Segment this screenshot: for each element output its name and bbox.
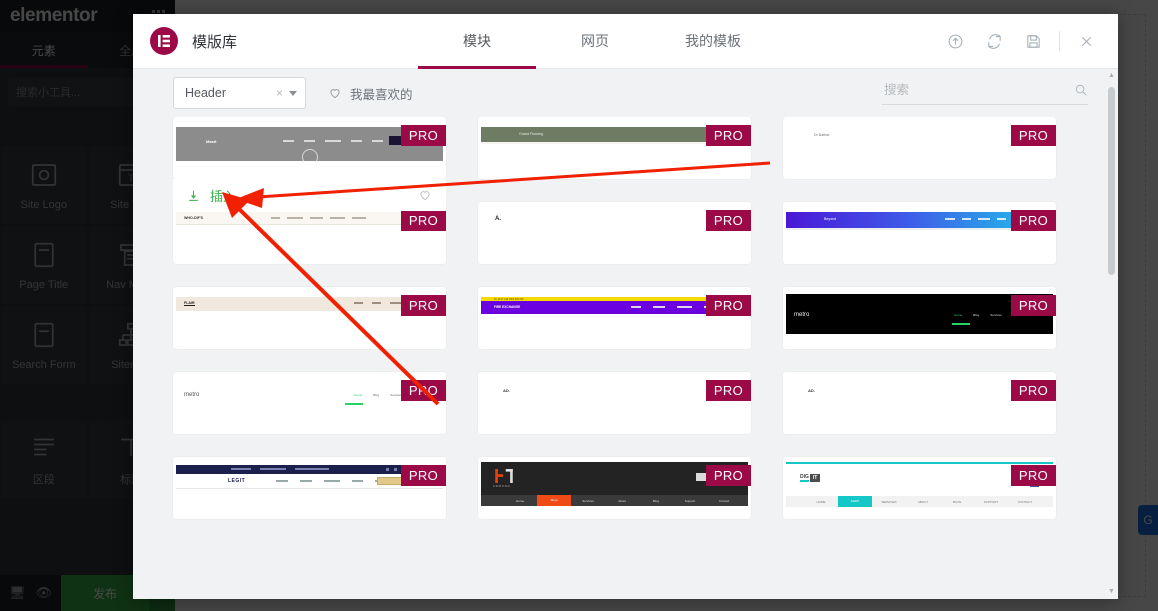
- template-card[interactable]: LEGIT PRO: [173, 457, 446, 519]
- pro-badge: PRO: [706, 380, 751, 401]
- template-card[interactable]: metro Home Blog Services Contact PRO: [783, 287, 1056, 349]
- pro-badge: PRO: [706, 125, 751, 146]
- modal-header: 模版库 模块 网页 我的模板: [133, 14, 1118, 69]
- pro-badge: PRO: [401, 465, 446, 486]
- pro-badge: PRO: [1011, 125, 1056, 146]
- pro-badge: PRO: [401, 295, 446, 316]
- template-card[interactable]: Mastt PRO: [173, 117, 446, 179]
- heart-icon: [328, 86, 342, 100]
- save-icon[interactable]: [1017, 25, 1049, 57]
- template-card[interactable]: ARMOND Home Shop Services About Blog Sup…: [478, 457, 751, 519]
- insert-button[interactable]: 插入: [187, 186, 236, 205]
- pro-badge: PRO: [706, 210, 751, 231]
- tab-pages-label: 网页: [581, 31, 609, 51]
- pro-badge: PRO: [1011, 465, 1056, 486]
- search-icon[interactable]: [1074, 83, 1088, 97]
- elementor-logo-icon: [150, 27, 178, 55]
- upload-icon[interactable]: [939, 25, 971, 57]
- pro-badge: PRO: [1011, 210, 1056, 231]
- close-icon[interactable]: [1070, 25, 1102, 57]
- template-logo-text: FLAIR: [184, 301, 195, 306]
- template-logo-text: Dr Barbar: [814, 133, 830, 137]
- modal-title: 模版库: [192, 31, 237, 52]
- template-card[interactable]: A. PRO: [478, 202, 751, 264]
- template-card-actions: 插入: [173, 179, 446, 211]
- tab-pages[interactable]: 网页: [536, 14, 654, 68]
- template-card[interactable]: AD. PRO: [478, 372, 751, 434]
- pro-badge: PRO: [706, 295, 751, 316]
- template-library-modal: 模版库 模块 网页 我的模板: [133, 14, 1118, 599]
- search-input[interactable]: [882, 82, 1074, 98]
- heart-outline-icon[interactable]: [418, 188, 432, 202]
- pro-badge: PRO: [401, 380, 446, 401]
- template-card[interactable]: Dr Barbar PRO: [783, 117, 1056, 179]
- template-logo-text: WHO-DIF'S: [184, 216, 203, 220]
- scrollbar-up-arrow[interactable]: ▲: [1108, 71, 1115, 81]
- sync-icon[interactable]: [978, 25, 1010, 57]
- template-card[interactable]: AD. PRO: [783, 372, 1056, 434]
- template-logo-text: Mastt: [206, 139, 216, 144]
- template-card[interactable]: metro Home Blog Services Contact PRO: [173, 372, 446, 434]
- template-card[interactable]: DIG IT DIG IT HOME SHOP SERVICES ABOUT B…: [783, 457, 1056, 519]
- category-select[interactable]: Header ×: [173, 77, 306, 109]
- pro-badge: PRO: [1011, 295, 1056, 316]
- template-logo-text: metro: [184, 392, 199, 398]
- chevron-down-icon: [289, 91, 297, 96]
- library-toolbar: Header × 我最喜欢的: [133, 69, 1118, 117]
- favorites-filter-label: 我最喜欢的: [350, 84, 413, 103]
- favorites-filter-button[interactable]: 我最喜欢的: [328, 84, 413, 103]
- category-select-value: Header: [185, 86, 272, 100]
- library-search: [882, 82, 1088, 105]
- modal-brand: 模版库: [133, 14, 418, 68]
- template-logo-text: AD.: [503, 388, 510, 393]
- scrollbar-down-arrow[interactable]: ▼: [1108, 587, 1115, 597]
- category-clear-button[interactable]: ×: [276, 86, 283, 100]
- pro-badge: PRO: [401, 125, 446, 146]
- template-logo-text: A.: [495, 216, 501, 222]
- template-logo-text: Grand Flooring: [519, 132, 543, 136]
- template-logo-text: LEGIT: [228, 478, 245, 484]
- insert-button-label: 插入: [210, 186, 236, 205]
- pro-badge: PRO: [706, 465, 751, 486]
- modal-header-actions: [939, 14, 1118, 68]
- tab-blocks[interactable]: 模块: [418, 14, 536, 68]
- modal-tabs: 模块 网页 我的模板: [418, 14, 772, 68]
- tab-blocks-label: 模块: [463, 31, 491, 51]
- header-divider: [1059, 31, 1060, 51]
- template-card[interactable]: FLAIR PRO: [173, 287, 446, 349]
- template-card[interactable]: Grand Flooring PRO: [478, 117, 751, 179]
- template-logo-text: ARMOND: [493, 485, 511, 488]
- scrollbar-thumb[interactable]: [1108, 87, 1115, 275]
- template-card[interactable]: Beyond PRO: [783, 202, 1056, 264]
- template-logo-text: AD.: [808, 388, 815, 393]
- template-logo-text: metro: [794, 312, 809, 318]
- template-grid: Mastt PRO: [173, 117, 1096, 519]
- tab-my-templates-label: 我的模板: [685, 31, 741, 51]
- tab-my-templates[interactable]: 我的模板: [654, 14, 772, 68]
- library-scrollbar[interactable]: ▲ ▼: [1108, 87, 1115, 581]
- template-card[interactable]: WHO-DIF'S PRO: [173, 202, 446, 264]
- scrollbar-track[interactable]: [1108, 87, 1115, 581]
- pro-badge: PRO: [1011, 380, 1056, 401]
- template-logo-text: FIRE EXCHANGE: [494, 305, 520, 309]
- template-card[interactable]: Fri 10:17 Call 1800 000 000 FIRE EXCHANG…: [478, 287, 751, 349]
- pro-badge: PRO: [401, 210, 446, 231]
- download-icon: [187, 189, 200, 202]
- modal-body: Header × 我最喜欢的: [133, 69, 1118, 599]
- template-grid-scroll[interactable]: Mastt PRO: [133, 117, 1118, 599]
- template-logo-text: Beyond: [824, 217, 836, 221]
